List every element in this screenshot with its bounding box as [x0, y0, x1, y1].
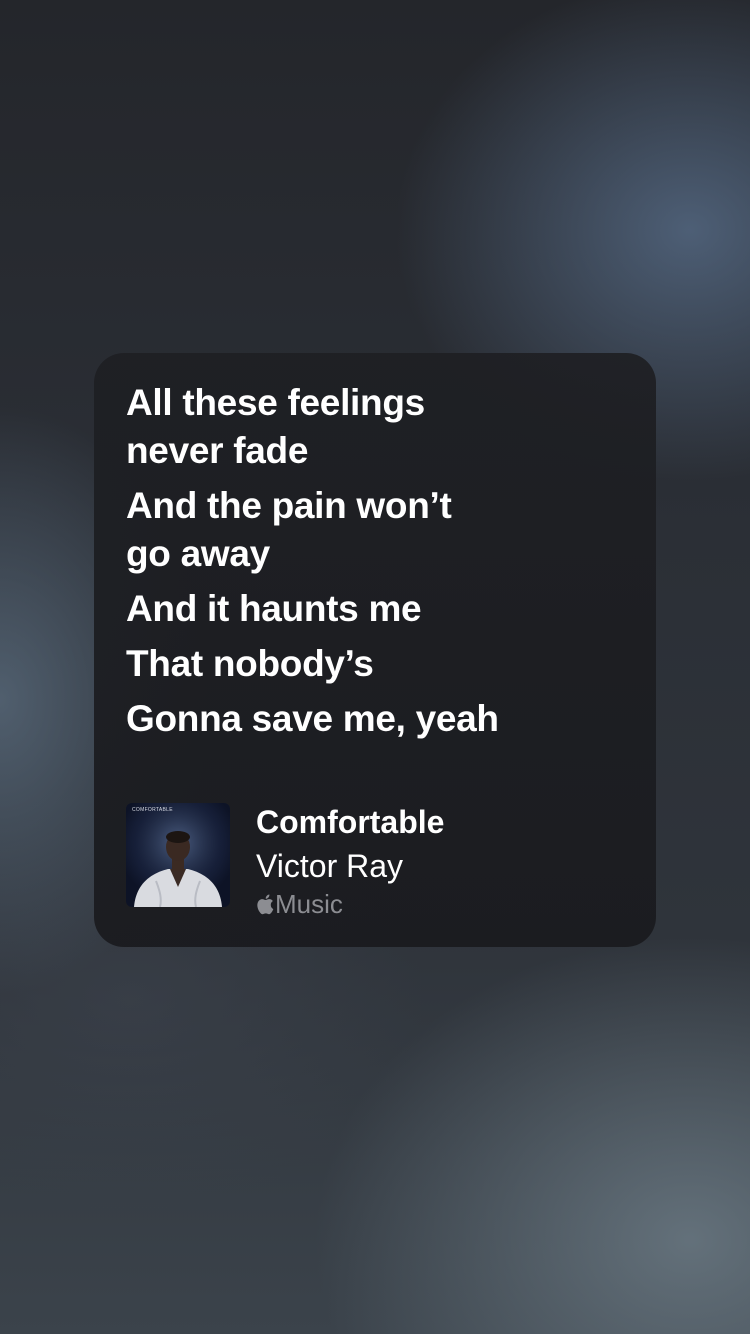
artwork-portrait-illustration	[126, 803, 230, 907]
track-title: Comfortable	[256, 804, 445, 840]
lyric-line: never fade	[126, 430, 309, 471]
service-label: Music	[275, 889, 343, 919]
track-artist: Victor Ray	[256, 848, 404, 884]
lyric-line: That nobody’s	[126, 643, 374, 684]
lyrics-share-card[interactable]: All these feelings never fade And the pa…	[94, 353, 656, 947]
lyric-line: go away	[126, 533, 270, 574]
album-artwork[interactable]: COMFORTABLE	[126, 803, 230, 907]
lyric-line: And it haunts me	[126, 588, 422, 629]
lyrics-block: All these feelings never fade And the pa…	[126, 379, 626, 750]
lyric-line: And the pain won’t	[126, 485, 452, 526]
lyric-line: Gonna save me, yeah	[126, 698, 499, 739]
artwork-title-text: COMFORTABLE	[132, 807, 173, 813]
track-info[interactable]: COMFORTABLE Comfortable Victor Ray Music	[126, 803, 626, 919]
lyric-line: All these feelings	[126, 382, 425, 423]
apple-logo-icon	[257, 894, 274, 915]
apple-music-badge[interactable]: Music	[256, 889, 343, 919]
